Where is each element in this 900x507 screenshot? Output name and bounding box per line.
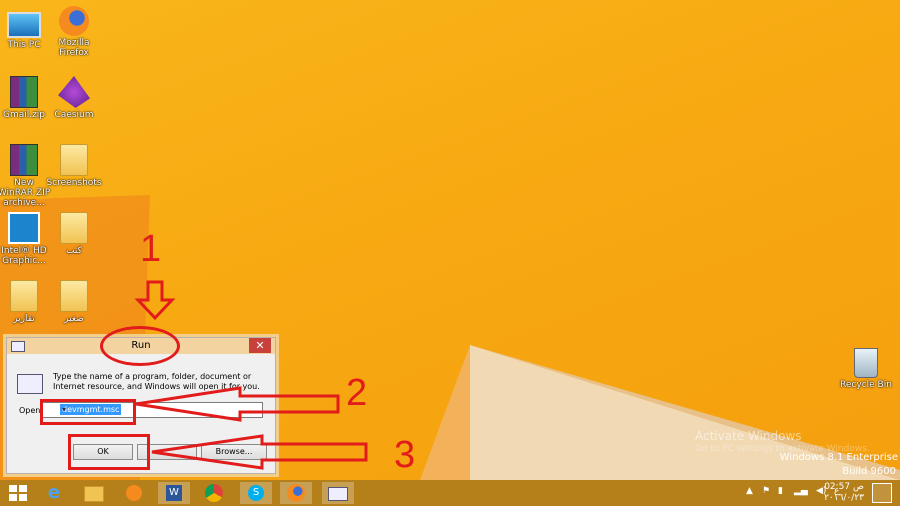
firefox-icon bbox=[287, 484, 305, 502]
taskbar: e W S ▲ ⚑ ▮ ▂▄ ◀) ع 02:57 ص ٢٠١٦/٠/٢٣ bbox=[0, 480, 900, 506]
power-icon[interactable]: ▮ bbox=[778, 486, 783, 496]
annotation-step-2: 2 bbox=[346, 372, 368, 414]
clock-date: ٢٠١٦/٠/٢٣ bbox=[824, 493, 864, 503]
chrome-icon bbox=[205, 484, 223, 502]
taskbar-word[interactable]: W bbox=[158, 482, 190, 504]
taskbar-run[interactable] bbox=[322, 482, 354, 504]
annotation-rect-input bbox=[40, 399, 136, 425]
down-arrow-icon bbox=[134, 280, 176, 321]
desktop: This PC Mozilla Firefox Gmail.zip Caesiu… bbox=[0, 0, 900, 480]
annotation-rect-ok bbox=[68, 434, 150, 470]
annotation-step-3: 3 bbox=[394, 434, 416, 476]
taskbar-firefox[interactable] bbox=[280, 482, 312, 504]
skype-icon: S bbox=[248, 485, 264, 501]
run-icon bbox=[328, 487, 348, 501]
annotation-ellipse-title bbox=[100, 326, 180, 366]
clock-time: 02:57 ص bbox=[824, 482, 864, 492]
word-icon: W bbox=[166, 485, 182, 501]
taskbar-internet-explorer[interactable]: e bbox=[38, 482, 70, 504]
windows-edition: Windows 8.1 Enterprise bbox=[779, 452, 898, 463]
taskbar-file-explorer[interactable] bbox=[78, 482, 110, 504]
start-icon bbox=[9, 485, 27, 501]
left-arrow-icon bbox=[135, 386, 340, 422]
internet-explorer-icon: e bbox=[47, 482, 61, 503]
notification-icon[interactable] bbox=[872, 483, 892, 503]
avast-icon bbox=[126, 485, 142, 501]
left-arrow-icon bbox=[151, 434, 368, 470]
start-button[interactable] bbox=[2, 482, 34, 504]
taskbar-chrome[interactable] bbox=[198, 482, 230, 504]
clock[interactable]: 02:57 ص ٢٠١٦/٠/٢٣ bbox=[824, 482, 864, 504]
network-icon[interactable]: ▂▄ bbox=[794, 486, 808, 496]
taskbar-avast[interactable] bbox=[118, 482, 150, 504]
windows-build: Build 9600 bbox=[842, 466, 896, 477]
show-hidden-icons[interactable]: ▲ bbox=[746, 486, 753, 496]
activate-watermark: Activate Windows bbox=[695, 429, 802, 443]
taskbar-skype[interactable]: S bbox=[240, 482, 272, 504]
file-explorer-icon bbox=[84, 486, 104, 502]
flag-icon[interactable]: ⚑ bbox=[762, 486, 770, 496]
